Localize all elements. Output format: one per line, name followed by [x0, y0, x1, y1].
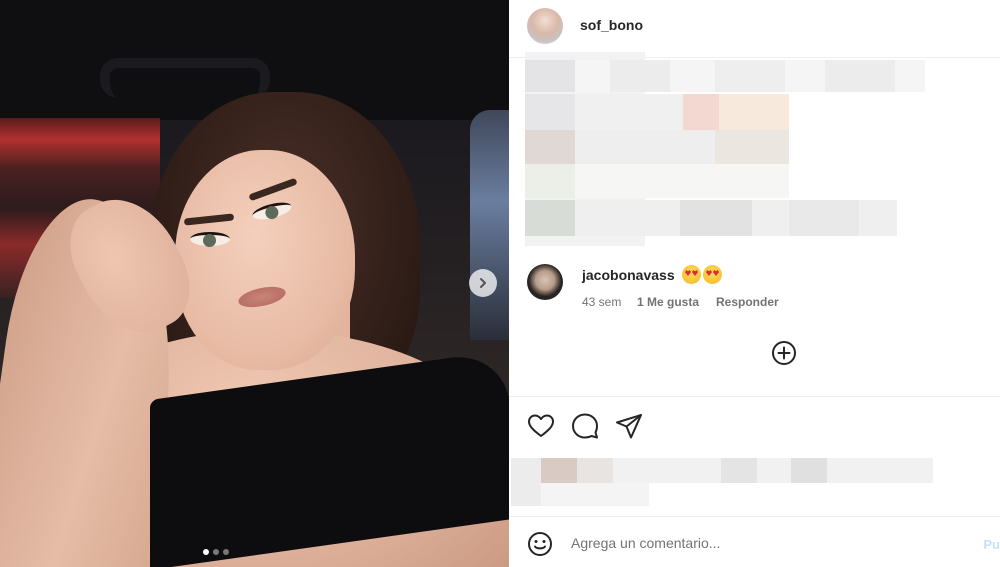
likes-blurred: [511, 458, 933, 506]
post-media[interactable]: [0, 0, 509, 567]
photo-face: [175, 150, 355, 370]
heart-icon[interactable]: [527, 412, 555, 440]
smiley-icon[interactable]: [527, 531, 553, 557]
comment-input[interactable]: [571, 529, 971, 557]
carousel-dot: [213, 549, 219, 555]
actions-divider: [509, 396, 1000, 397]
carousel-dot: [223, 549, 229, 555]
carousel-next-button[interactable]: [469, 269, 497, 297]
post-details-panel: sof_bono jacobonavass 43 sem 1 Me gusta …: [509, 0, 1000, 567]
heart-eyes-emoji-icon: [703, 265, 722, 284]
post-owner-username[interactable]: sof_bono: [580, 17, 643, 33]
caption-blurred: [525, 52, 925, 246]
profile-avatar[interactable]: [527, 8, 563, 44]
add-comment-bar: Pu: [509, 516, 1000, 567]
commenter-avatar[interactable]: [527, 264, 563, 300]
post-header: sof_bono: [509, 0, 1000, 58]
heart-eyes-emoji-icon: [682, 265, 701, 284]
plus-circle-icon[interactable]: [771, 340, 797, 366]
post-comment-button[interactable]: Pu: [983, 537, 1000, 552]
chevron-right-icon: [480, 278, 486, 288]
car-handle: [100, 58, 270, 98]
photo-eye: [190, 232, 230, 247]
comment-reply-button[interactable]: Responder: [716, 295, 779, 309]
commenter-username[interactable]: jacobonavass: [582, 267, 675, 283]
car-window-right: [470, 110, 509, 340]
carousel-dot-active: [203, 549, 209, 555]
comment-likes[interactable]: 1 Me gusta: [637, 295, 699, 309]
comment-time: 43 sem: [582, 295, 622, 309]
comment-icon[interactable]: [571, 412, 599, 440]
send-icon[interactable]: [615, 412, 643, 440]
carousel-indicator: [203, 549, 229, 555]
